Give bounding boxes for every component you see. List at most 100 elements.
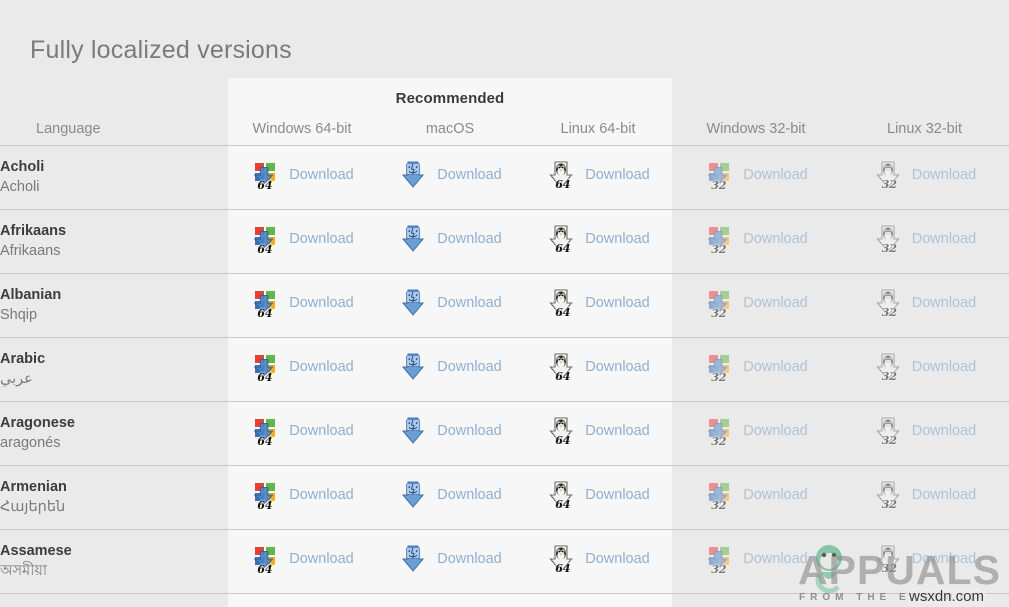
download-link-win32[interactable]: 32Download <box>704 160 808 190</box>
download-cell-linux32: 32Download <box>840 146 1009 209</box>
download-link-win32[interactable]: 32 Download <box>704 480 808 510</box>
download-link-linux64[interactable]: 64Download <box>546 352 650 382</box>
bitness-badge: 32 <box>882 307 897 318</box>
download-link-linux32[interactable]: 32Download <box>873 224 977 254</box>
download-link-win32[interactable]: 32 Download <box>704 416 808 446</box>
macos-finder-glyph <box>398 224 428 254</box>
download-link-linux64[interactable]: 64Download <box>546 160 650 190</box>
download-link-win64[interactable]: 64Download <box>250 352 354 382</box>
download-link-win32[interactable]: 32Download <box>704 288 808 318</box>
download-cell-macos: Download <box>376 402 524 465</box>
language-cell: AfrikaansAfrikaans <box>0 210 228 273</box>
linux-download-icon: 32 <box>873 416 903 446</box>
download-cell-win32: 32Download <box>672 274 840 337</box>
download-link-win64[interactable]: 64Download <box>250 416 354 446</box>
download-link-label: Download <box>289 423 354 439</box>
download-link-linux32[interactable]: 32Download <box>873 288 977 318</box>
bitness-badge: 32 <box>711 180 726 191</box>
download-cell-win64: 64Download <box>228 402 376 465</box>
download-cell-linux64: 64Download <box>524 146 672 209</box>
download-cell-linux64: 64 Download <box>524 530 672 593</box>
download-link-linux32[interactable]: 32Download <box>873 416 977 446</box>
download-link-macos[interactable]: Download <box>398 416 502 446</box>
download-cell-linux32: 32 Download <box>840 530 1009 593</box>
column-header-macos-label: macOS <box>376 121 524 137</box>
table-row: AfrikaansAfrikaans 64Download Download 6… <box>0 210 1009 273</box>
linux-download-icon: 32 <box>873 288 903 318</box>
table-row: AcholiAcholi 64Download Download 64Downl… <box>0 146 1009 209</box>
download-link-label: Download <box>743 487 808 503</box>
language-name-english: Acholi <box>0 158 228 177</box>
download-link-win32[interactable]: 32Download <box>704 352 808 382</box>
download-cell-linux32: 32Download <box>840 594 1009 607</box>
download-link-label: Download <box>912 167 977 183</box>
download-link-linux32[interactable]: 32 Download <box>873 480 977 510</box>
download-link-macos[interactable]: Download <box>398 224 502 254</box>
download-link-win64[interactable]: 64Download <box>250 544 354 574</box>
download-link-macos[interactable]: Download <box>398 352 502 382</box>
bitness-badge: 64 <box>257 180 272 191</box>
download-link-linux64[interactable]: 64 Download <box>546 544 650 574</box>
column-header-language-label: Language <box>0 121 228 137</box>
bitness-badge: 32 <box>711 500 726 511</box>
language-cell: Arabicعربي <box>0 338 228 401</box>
download-link-linux32[interactable]: 32Download <box>873 352 977 382</box>
download-cell-linux64: 64Download <box>524 466 672 529</box>
download-link-win32[interactable]: 32Download <box>704 544 808 574</box>
column-header-linux64: Linux 64-bit <box>524 78 672 145</box>
download-link-label: Download <box>912 551 977 567</box>
linux-download-icon: 32 <box>873 480 903 510</box>
macos-finder-glyph <box>398 352 428 382</box>
download-cell-win64: 64Download <box>228 274 376 337</box>
linux-download-icon: 32 <box>873 352 903 382</box>
download-link-label: Download <box>437 167 502 183</box>
download-link-win64[interactable]: 64Download <box>250 224 354 254</box>
download-link-label: Download <box>743 231 808 247</box>
language-cell: AlbanianShqip <box>0 274 228 337</box>
download-link-win64[interactable]: 64Download <box>250 480 354 510</box>
download-cell-macos: Download <box>376 210 524 273</box>
windows-download-icon: 32 <box>704 160 734 190</box>
windows-download-icon: 64 <box>250 224 280 254</box>
download-cell-macos: Download <box>376 466 524 529</box>
windows-download-icon: 32 <box>704 416 734 446</box>
download-cell-linux64: 64Download <box>524 210 672 273</box>
table-row: Arabicعربي 64Download Download 64Downloa… <box>0 338 1009 401</box>
language-name-native: Afrikaans <box>0 241 228 262</box>
download-link-macos[interactable]: Download <box>398 480 502 510</box>
download-link-linux32[interactable]: 32 Download <box>873 544 977 574</box>
language-name-english: Afrikaans <box>0 222 228 241</box>
download-link-linux32[interactable]: 32Download <box>873 160 977 190</box>
download-link-linux64[interactable]: 64Download <box>546 224 650 254</box>
download-link-label: Download <box>743 423 808 439</box>
language-cell: Aragonesearagonés <box>0 402 228 465</box>
bitness-badge: 64 <box>257 564 272 575</box>
download-cell-linux32: 32Download <box>840 338 1009 401</box>
download-link-macos[interactable]: Download <box>398 288 502 318</box>
download-link-linux64[interactable]: 64Download <box>546 416 650 446</box>
language-name-native: অসমীয়া <box>0 561 228 582</box>
language-name-native: Հայերեն <box>0 497 228 518</box>
bitness-badge: 32 <box>882 435 897 446</box>
download-link-macos[interactable]: Download <box>398 544 502 574</box>
download-link-win64[interactable]: 64Download <box>250 288 354 318</box>
download-link-linux64[interactable]: 64Download <box>546 288 650 318</box>
bitness-badge: 64 <box>555 371 570 382</box>
download-link-label: Download <box>585 551 650 567</box>
download-link-label: Download <box>912 487 977 503</box>
language-name-native: Shqip <box>0 305 228 326</box>
linux-download-icon: 64 <box>546 352 576 382</box>
column-header-linux32: Linux 32-bit <box>840 78 1009 145</box>
download-link-linux64[interactable]: 64Download <box>546 480 650 510</box>
download-link-win64[interactable]: 64Download <box>250 160 354 190</box>
download-link-label: Download <box>585 231 650 247</box>
linux-download-icon: 32 <box>873 544 903 574</box>
column-header-macos: Recommended macOS <box>376 78 524 145</box>
download-cell-win64: 64Download <box>228 530 376 593</box>
download-link-win32[interactable]: 32Download <box>704 224 808 254</box>
download-cell-win64: 64Download <box>228 146 376 209</box>
bitness-badge: 64 <box>555 563 570 574</box>
table-header: Language Windows 64-bit Recommended macO… <box>0 78 1009 145</box>
download-link-macos[interactable]: Download <box>398 160 502 190</box>
download-link-label: Download <box>289 295 354 311</box>
